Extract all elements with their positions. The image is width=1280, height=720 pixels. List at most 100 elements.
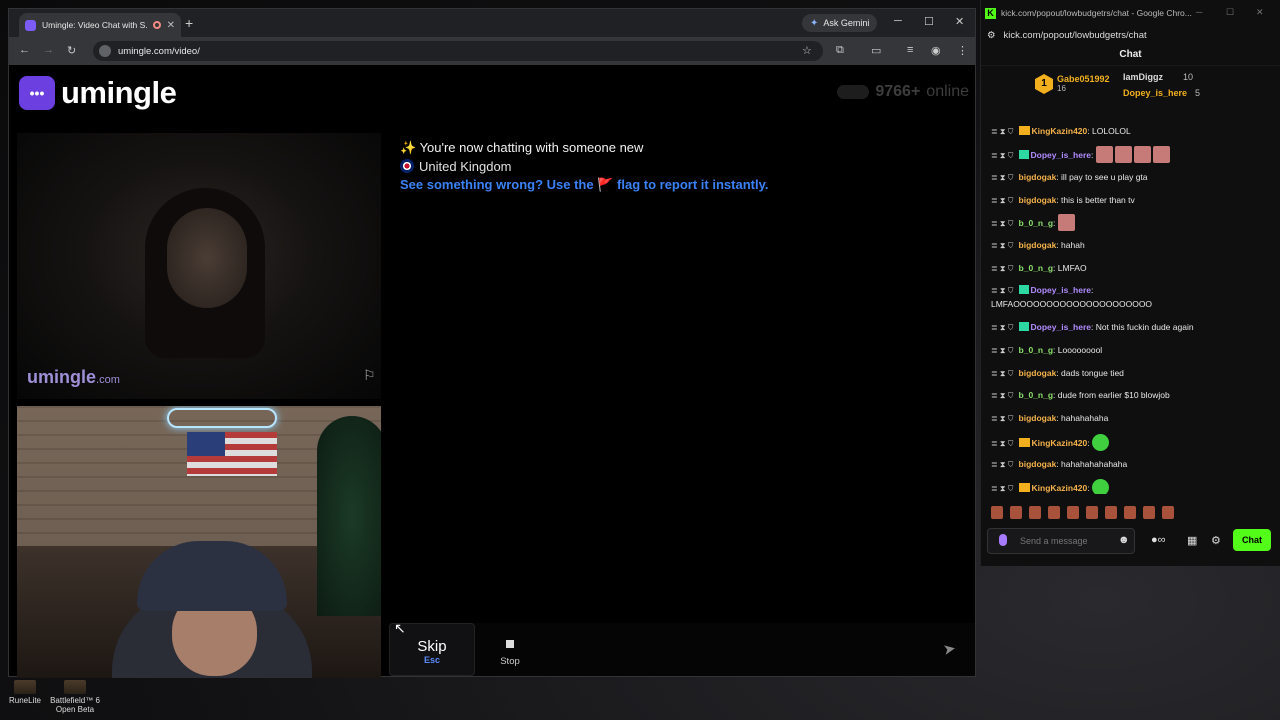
- url-bar[interactable]: umingle.com/video/: [93, 41, 823, 61]
- kick-close-button[interactable]: ✕: [1256, 7, 1264, 18]
- chat-username[interactable]: b_0_n_g: [1019, 218, 1054, 228]
- maximize-button[interactable]: ☐: [924, 15, 934, 28]
- mod-tools-icons[interactable]: ≣ ⧗ ⛉: [991, 286, 1014, 295]
- chat-username[interactable]: bigdogak: [1019, 195, 1057, 205]
- stop-button[interactable]: Stop: [485, 623, 535, 676]
- chat-message[interactable]: ≣ ⧗ ⛉ b_0_n_g: Looooooool: [991, 345, 1102, 356]
- mod-tools-icons[interactable]: ≣ ⧗ ⛉: [991, 151, 1014, 160]
- message-input[interactable]: [549, 631, 939, 671]
- mod-tools-icons[interactable]: ≣ ⧗ ⛉: [991, 196, 1014, 205]
- reload-button[interactable]: ↻: [67, 44, 76, 57]
- system-messages: ✨ You're now chatting with someone new U…: [400, 139, 768, 195]
- quick-emote-icon[interactable]: [1010, 506, 1022, 519]
- site-info-icon[interactable]: [99, 45, 111, 57]
- chat-username[interactable]: Dopey_is_here: [1031, 322, 1091, 332]
- chat-username[interactable]: KingKazin420: [1032, 483, 1088, 493]
- chat-message[interactable]: ≣ ⧗ ⛉ KingKazin420:: [991, 434, 1111, 451]
- mod-tools-icons[interactable]: ≣ ⧗ ⛉: [991, 264, 1014, 273]
- chat-message[interactable]: ≣ ⧗ ⛉ bigdogak: ill pay to see u play gta: [991, 172, 1148, 183]
- tab-close-icon[interactable]: ✕: [167, 20, 175, 31]
- chat-username[interactable]: bigdogak: [1019, 240, 1057, 250]
- mod-tools-icons[interactable]: ≣ ⧗ ⛉: [991, 391, 1014, 400]
- quick-emote-icon[interactable]: [1029, 506, 1041, 519]
- mod-tools-icons[interactable]: ≣ ⧗ ⛉: [991, 484, 1014, 493]
- mod-tools-icons[interactable]: ≣ ⧗ ⛉: [991, 369, 1014, 378]
- gifter-row-2[interactable]: IamDiggz 10: [1123, 72, 1193, 82]
- chat-username[interactable]: b_0_n_g: [1019, 263, 1054, 273]
- mod-tools-icons[interactable]: ≣ ⧗ ⛉: [991, 346, 1014, 355]
- chat-username[interactable]: Dopey_is_here: [1031, 150, 1091, 160]
- quick-emote-icon[interactable]: [1143, 506, 1155, 519]
- chat-message[interactable]: ≣ ⧗ ⛉ bigdogak: hahah: [991, 240, 1085, 251]
- chat-username[interactable]: bigdogak: [1019, 459, 1057, 469]
- close-window-button[interactable]: ✕: [955, 15, 964, 28]
- desktop-icon-battlefield[interactable]: Battlefield™ 6 Open Beta: [45, 680, 105, 714]
- chat-message[interactable]: ≣ ⧗ ⛉ Dopey_is_here:: [991, 285, 1093, 296]
- quick-emote-icon[interactable]: [991, 506, 1003, 519]
- store-icon[interactable]: ▦: [1187, 534, 1197, 547]
- chat-message[interactable]: ≣ ⧗ ⛉ KingKazin420: LOLOLOL: [991, 126, 1131, 137]
- mod-tools-icons[interactable]: ≣ ⧗ ⛉: [991, 173, 1014, 182]
- chat-message[interactable]: ≣ ⧗ ⛉ bigdogak: hahahahaha: [991, 413, 1108, 424]
- mod-tools-icons[interactable]: ≣ ⧗ ⛉: [991, 460, 1014, 469]
- chat-message[interactable]: ≣ ⧗ ⛉ b_0_n_g: LMFAO: [991, 263, 1087, 274]
- online-toggle[interactable]: [837, 85, 870, 99]
- report-flag-icon[interactable]: ⚐: [363, 367, 376, 384]
- chat-username[interactable]: KingKazin420: [1032, 126, 1088, 136]
- minimize-button[interactable]: ─: [894, 15, 902, 27]
- chat-username[interactable]: b_0_n_g: [1019, 390, 1054, 400]
- chat-message[interactable]: ≣ ⧗ ⛉ b_0_n_g: dude from earlier $10 blow…: [991, 390, 1170, 401]
- chat-message[interactable]: ≣ ⧗ ⛉ bigdogak: this is better than tv: [991, 195, 1135, 206]
- gifter-row-3[interactable]: Dopey_is_here 5: [1123, 88, 1200, 98]
- chat-settings-icon[interactable]: ⚙: [1211, 534, 1221, 547]
- mic-icon[interactable]: [999, 534, 1007, 546]
- quick-emote-icon[interactable]: [1105, 506, 1117, 519]
- quick-emote-icon[interactable]: [1162, 506, 1174, 519]
- top-gifter[interactable]: 1 Gabe051992 16: [1035, 74, 1110, 94]
- chat-username[interactable]: bigdogak: [1019, 172, 1057, 182]
- kick-url-bar[interactable]: ⚙ kick.com/popout/lowbudgetrs/chat: [981, 26, 1280, 44]
- mod-tools-icons[interactable]: ≣ ⧗ ⛉: [991, 323, 1014, 332]
- ask-gemini-button[interactable]: ✦ Ask Gemini: [802, 14, 878, 32]
- menu-kebab-icon[interactable]: ⋮: [957, 44, 968, 57]
- chat-send-button[interactable]: Chat: [1233, 529, 1271, 551]
- mod-tools-icons[interactable]: ≣ ⧗ ⛉: [991, 439, 1014, 448]
- back-button[interactable]: ←: [19, 44, 30, 56]
- quick-emote-icon[interactable]: [1048, 506, 1060, 519]
- chat-username[interactable]: bigdogak: [1019, 368, 1057, 378]
- chat-message-input[interactable]: [987, 528, 1135, 554]
- cast-icon[interactable]: ▭: [871, 44, 881, 57]
- kick-minimize-button[interactable]: ─: [1196, 7, 1202, 17]
- extensions-icon[interactable]: ⧉: [836, 44, 844, 57]
- browser-tab-umingle[interactable]: Umingle: Video Chat with S... ✕: [19, 13, 181, 37]
- mod-tools-icons[interactable]: ≣ ⧗ ⛉: [991, 241, 1014, 250]
- gemini-spark-icon: ✦: [810, 17, 819, 29]
- forward-button[interactable]: →: [43, 44, 54, 56]
- chat-message[interactable]: ≣ ⧗ ⛉ bigdogak: hahahahahahaha: [991, 459, 1127, 470]
- chat-username[interactable]: bigdogak: [1019, 413, 1057, 423]
- emoji-icon[interactable]: ☻: [1118, 534, 1130, 546]
- profile-icon[interactable]: ◉: [931, 44, 941, 57]
- chat-message[interactable]: ≣ ⧗ ⛉ Dopey_is_here:: [991, 146, 1172, 163]
- chat-username[interactable]: b_0_n_g: [1019, 345, 1054, 355]
- chat-message[interactable]: ≣ ⧗ ⛉ Dopey_is_here: Not this fuckin dude…: [991, 322, 1194, 333]
- kicks-icon[interactable]: ●∞: [1151, 534, 1166, 546]
- mod-tools-icons[interactable]: ≣ ⧗ ⛉: [991, 414, 1014, 423]
- send-icon[interactable]: ➤: [942, 639, 957, 659]
- chat-username[interactable]: Dopey_is_here: [1031, 285, 1091, 295]
- chat-username[interactable]: KingKazin420: [1032, 438, 1088, 448]
- new-tab-button[interactable]: +: [185, 15, 193, 31]
- chat-message[interactable]: ≣ ⧗ ⛉ b_0_n_g:: [991, 214, 1077, 231]
- site-settings-icon[interactable]: ⚙: [987, 30, 996, 41]
- kick-maximize-button[interactable]: ☐: [1226, 7, 1234, 18]
- umingle-logo[interactable]: ••• umingle: [19, 75, 177, 111]
- bookmark-star-icon[interactable]: ☆: [802, 44, 812, 57]
- chat-message[interactable]: ≣ ⧗ ⛉ KingKazin420:: [991, 479, 1111, 494]
- quick-emote-icon[interactable]: [1086, 506, 1098, 519]
- chat-message[interactable]: ≣ ⧗ ⛉ bigdogak: dads tongue tied: [991, 368, 1124, 379]
- quick-emote-icon[interactable]: [1124, 506, 1136, 519]
- mod-tools-icons[interactable]: ≣ ⧗ ⛉: [991, 127, 1014, 136]
- media-controls-icon[interactable]: ≡: [907, 44, 913, 56]
- quick-emote-icon[interactable]: [1067, 506, 1079, 519]
- mod-tools-icons[interactable]: ≣ ⧗ ⛉: [991, 219, 1014, 228]
